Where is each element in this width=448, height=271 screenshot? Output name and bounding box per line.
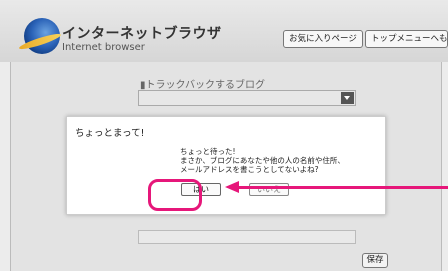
warning-dialog: ちょっとまって! ちょっと待った! まさか、ブログにあなたや他の人の名前や住所、… — [66, 116, 386, 215]
no-button[interactable]: いいえ — [249, 183, 289, 196]
dialog-title: ちょっとまって! — [75, 128, 145, 139]
browser-screen: インターネットブラウザ Internet browser お気に入りページ トッ… — [0, 0, 448, 271]
trackback-label: ▮トラックバックするブログ — [140, 80, 266, 91]
trackback-select[interactable] — [138, 90, 356, 106]
dialog-message-line: まさか、ブログにあなたや他の人の名前や住所、 — [180, 156, 345, 165]
dialog-message-line: ちょっと待った! — [180, 147, 236, 156]
app-title: インターネットブラウザ — [62, 26, 222, 42]
app-subtitle: Internet browser — [62, 42, 145, 53]
globe-logo-icon — [24, 18, 60, 54]
dropdown-arrow-icon[interactable] — [341, 92, 354, 104]
top-menu-button[interactable]: トップメニューへもどる — [365, 30, 448, 48]
favorites-button[interactable]: お気に入りページ — [283, 30, 363, 48]
text-field[interactable] — [138, 230, 356, 244]
app-header: インターネットブラウザ Internet browser お気に入りページ トッ… — [0, 0, 448, 62]
save-button[interactable]: 保存 — [362, 253, 388, 268]
dialog-message: ちょっと待った! まさか、ブログにあなたや他の人の名前や住所、 メールアドレスを… — [180, 147, 345, 174]
pointer-arrow-line — [237, 186, 448, 189]
highlight-circle — [148, 179, 202, 211]
dialog-message-line: メールアドレスを書こうとしてないよね? — [180, 165, 319, 174]
